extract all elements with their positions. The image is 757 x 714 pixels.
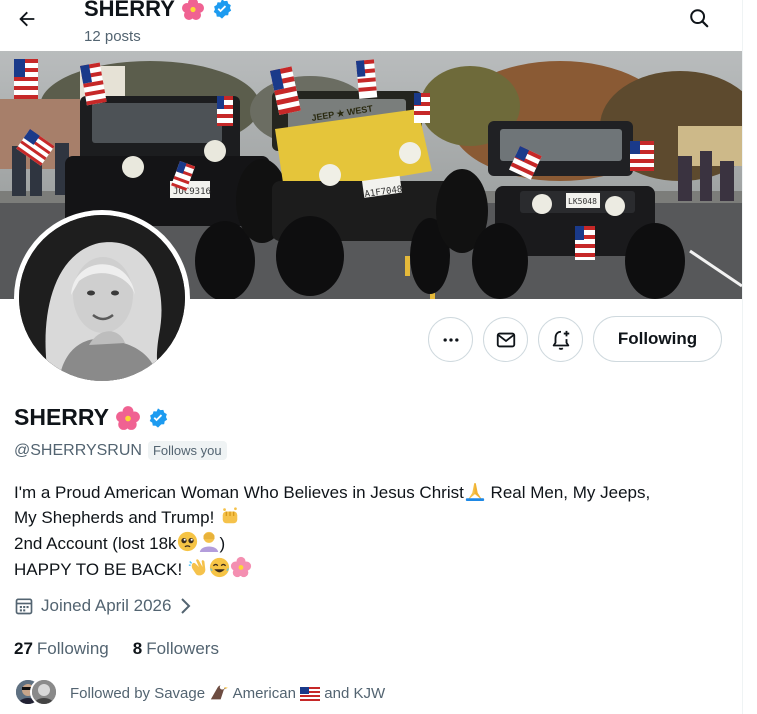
followers-count: 8 xyxy=(132,639,143,658)
following-button[interactable]: Following xyxy=(593,316,722,362)
banner-plate-left: JOC9316 xyxy=(173,187,211,197)
follower-avatars xyxy=(14,678,60,706)
bio-text-3b: ) xyxy=(219,534,226,553)
us-flag-icon xyxy=(300,686,321,701)
followed-by-text: Followed by Savage American and KJW xyxy=(70,683,385,702)
tears-of-joy-icon xyxy=(209,557,230,578)
bell-plus-icon xyxy=(552,330,569,350)
more-button[interactable] xyxy=(428,317,473,362)
display-name: SHERRY xyxy=(14,404,109,430)
handle-row: @SHERRYSRUN Follows you xyxy=(14,441,227,460)
header-name: SHERRY xyxy=(84,0,175,21)
arrow-left-icon xyxy=(19,11,35,27)
search-button[interactable] xyxy=(686,5,712,31)
posts-count: 12 posts xyxy=(84,28,141,45)
banner-plate-right: LK5048 xyxy=(568,197,597,206)
column-divider xyxy=(742,0,743,714)
following-count: 27 xyxy=(14,639,33,658)
envelope-icon xyxy=(496,332,515,347)
fist-icon xyxy=(222,507,238,524)
message-button[interactable] xyxy=(483,317,528,362)
bio-line-3: 2nd Account (lost 18k) xyxy=(14,530,734,556)
header-title: SHERRY xyxy=(84,0,233,22)
hibiscus-icon xyxy=(230,556,251,578)
follow-stats: 27 Following 8 Followers xyxy=(14,639,219,659)
hibiscus-icon xyxy=(181,0,204,20)
bio-text-1b: Real Men, My Jeeps, xyxy=(485,483,651,502)
profile-bio: I'm a Proud American Woman Who Believes … xyxy=(14,480,734,582)
back-button[interactable] xyxy=(14,6,40,32)
waving-hand-icon xyxy=(188,559,206,576)
avatar xyxy=(30,678,58,706)
followers-label: Followers xyxy=(146,639,219,658)
follows-you-badge: Follows you xyxy=(147,441,227,460)
pleading-face-icon xyxy=(177,531,197,552)
followers-link[interactable]: 8 Followers xyxy=(133,639,219,659)
chevron-right-icon xyxy=(181,598,191,614)
joined-date[interactable]: Joined April 2026 xyxy=(14,596,192,616)
bio-text-4: HAPPY TO BE BACK! xyxy=(14,560,187,579)
profile-name-row: SHERRY xyxy=(14,404,169,431)
verified-badge-icon xyxy=(213,0,232,19)
search-icon xyxy=(690,9,709,28)
bio-text-3a: 2nd Account (lost 18k xyxy=(14,534,177,553)
praying-hands-icon xyxy=(465,483,484,501)
verified-badge-icon xyxy=(149,407,168,428)
woman-shrugging-icon xyxy=(199,531,218,552)
profile-avatar[interactable] xyxy=(14,210,190,386)
followed-by-mid: American xyxy=(229,684,301,702)
bio-line-1: I'm a Proud American Woman Who Believes … xyxy=(14,480,734,505)
bio-line-2: My Shepherds and Trump! xyxy=(14,505,734,530)
profile-column: SHERRY 12 posts JOC9316 JEEP ★ WEST A1F7… xyxy=(0,0,742,714)
notifications-button[interactable] xyxy=(538,317,583,362)
bio-text-1a: I'm a Proud American Woman Who Believes … xyxy=(14,483,464,502)
more-horizontal-icon xyxy=(443,337,458,342)
profile-header: SHERRY 12 posts xyxy=(0,0,742,52)
following-link[interactable]: 27 Following xyxy=(14,639,109,659)
user-handle: @SHERRYSRUN xyxy=(14,441,142,459)
calendar-icon xyxy=(15,598,33,615)
joined-text: Joined April 2026 xyxy=(41,596,172,615)
hibiscus-icon xyxy=(116,405,140,430)
eagle-icon xyxy=(211,684,229,699)
bio-line-4: HAPPY TO BE BACK! xyxy=(14,556,734,582)
followed-by-suffix: and KJW xyxy=(320,684,386,702)
bio-text-2: My Shepherds and Trump! xyxy=(14,508,220,527)
following-label: Following xyxy=(36,639,109,658)
followed-by-prefix: Followed by Savage xyxy=(70,684,210,702)
followed-by[interactable]: Followed by Savage American and KJW xyxy=(14,678,385,706)
